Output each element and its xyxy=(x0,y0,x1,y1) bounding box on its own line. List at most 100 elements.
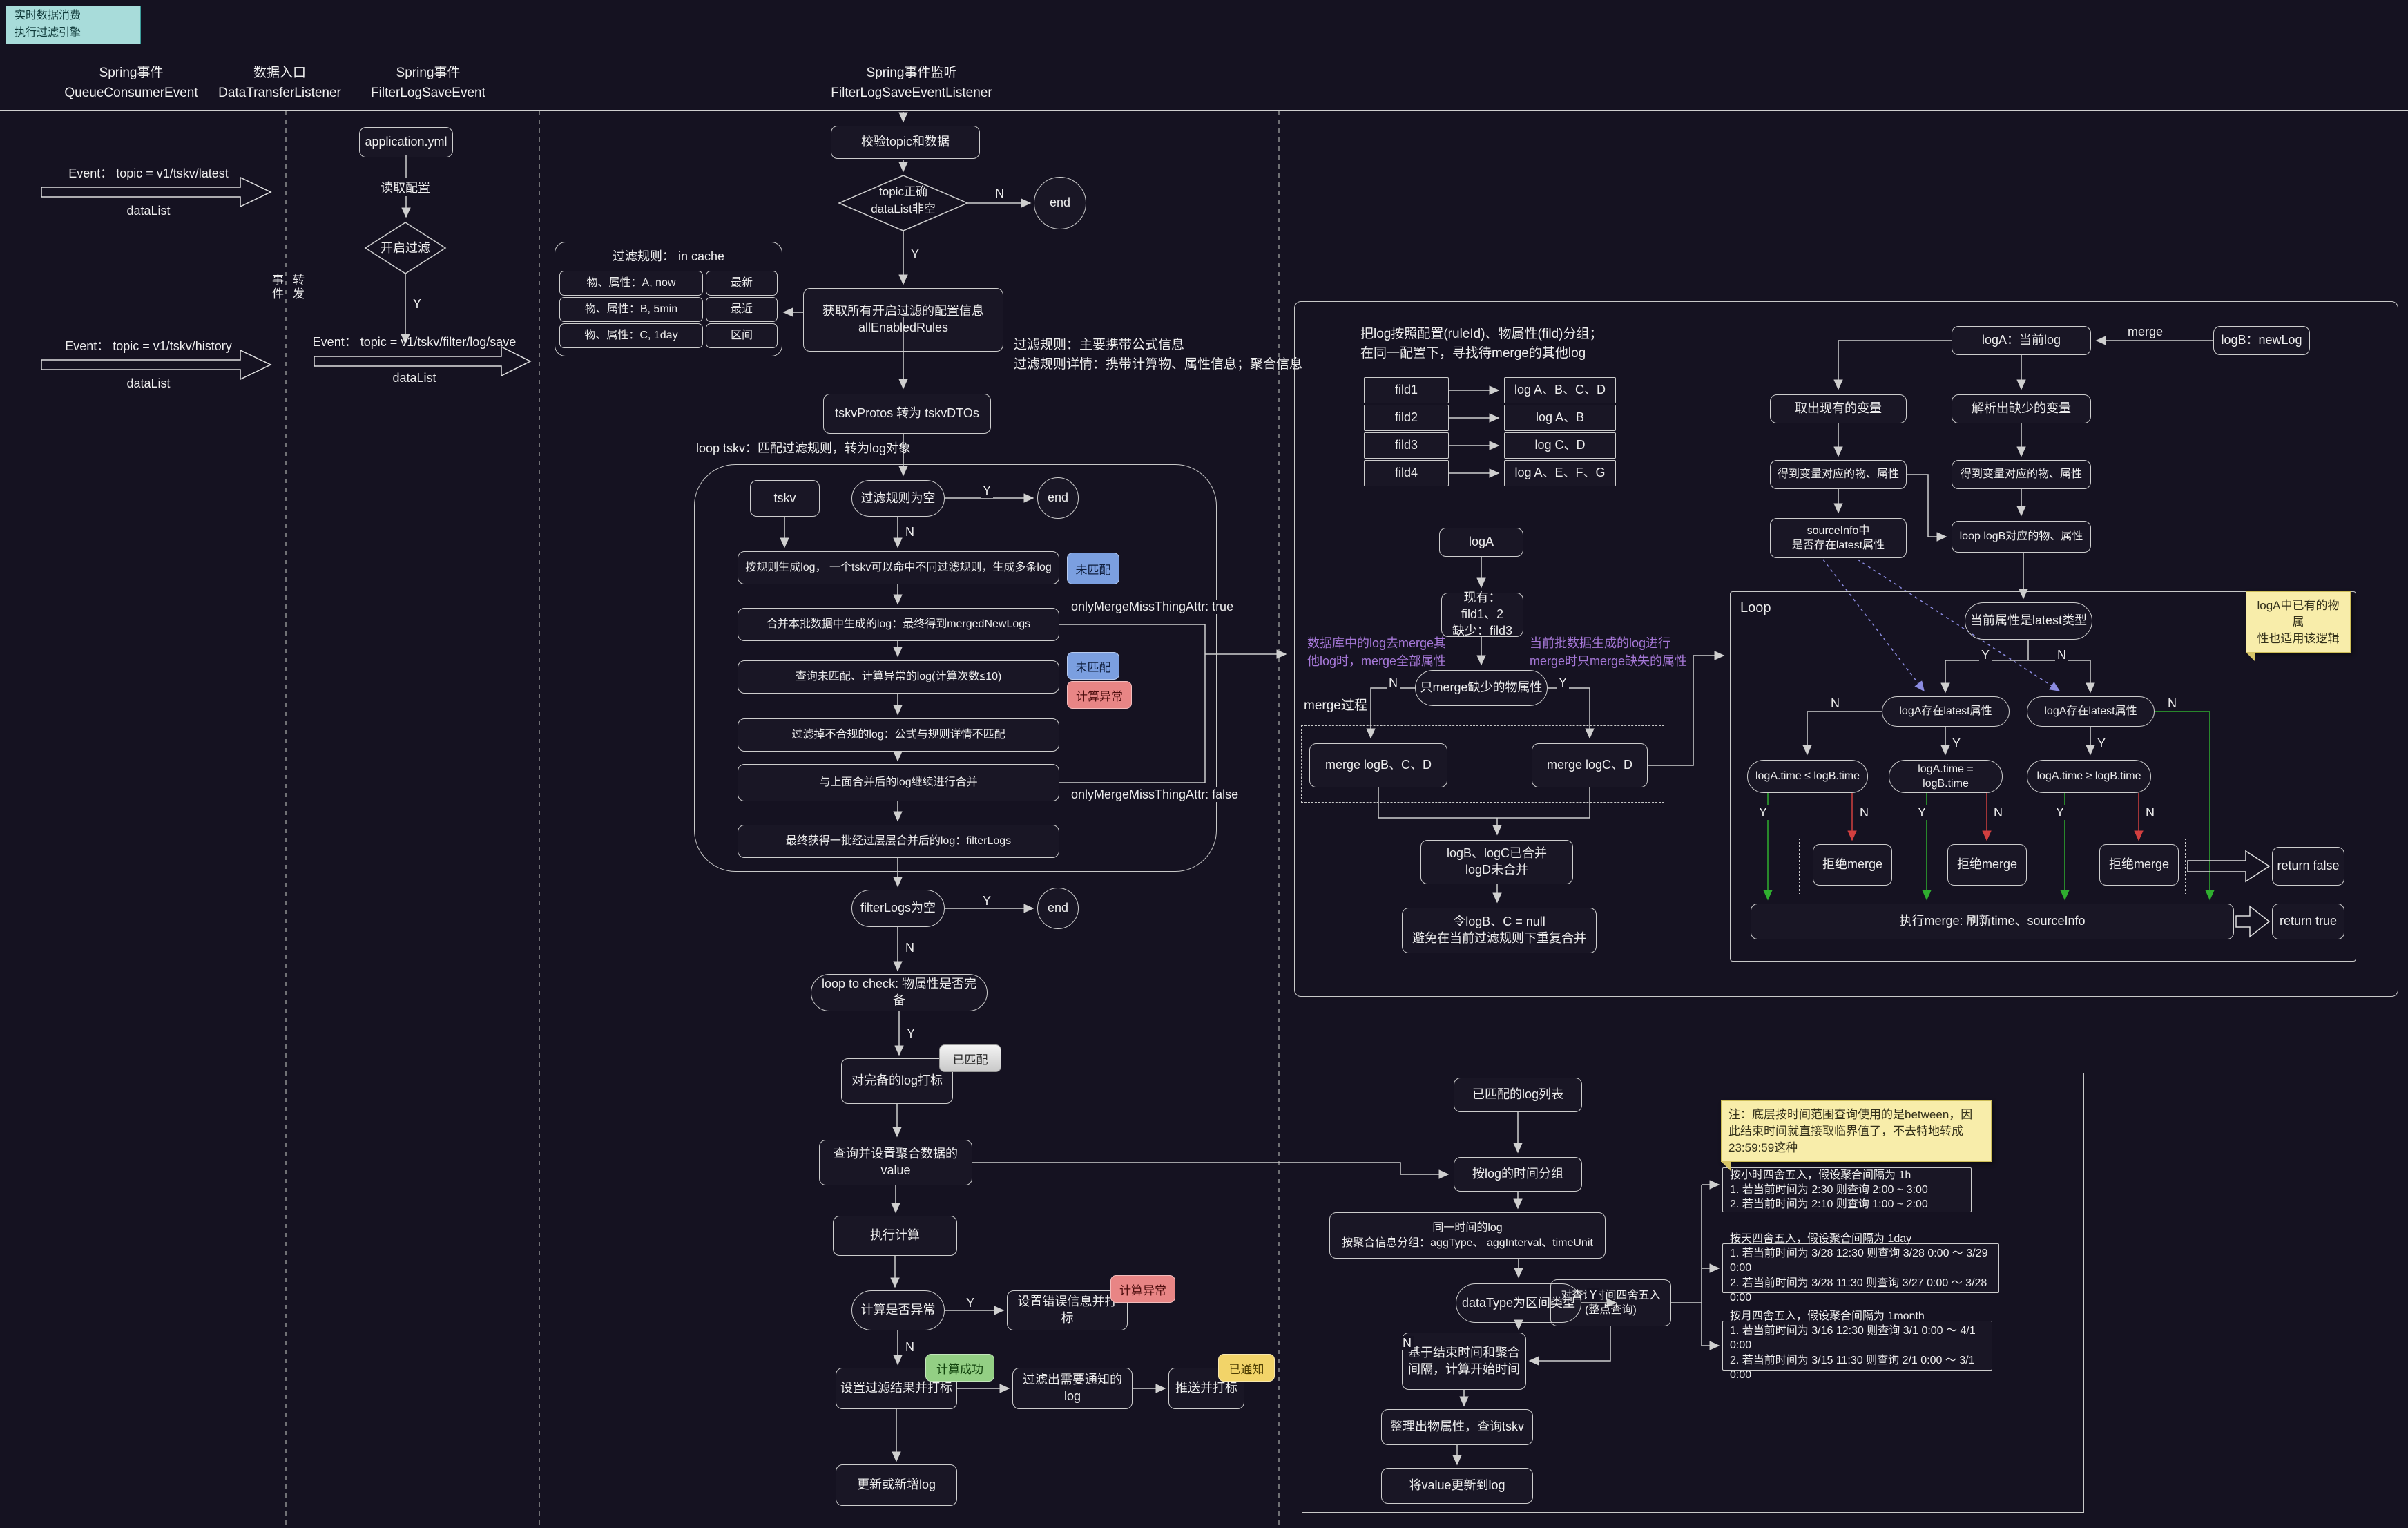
node-is-latest-type: 当前属性是latest类型 xyxy=(1965,602,2092,640)
edge-label-y: Y xyxy=(1916,805,1928,820)
node-do-merge: 执行merge: 刷新time、sourceInfo xyxy=(1751,904,2234,939)
edge-label-y: Y xyxy=(964,1296,976,1310)
node-final-logs: 最终获得一批经过层层合并后的log：filterLogs xyxy=(738,825,1059,858)
node-query-miss: 查询未匹配、计算异常的log(计算次数≤10) xyxy=(738,660,1059,694)
edge-label-n: N xyxy=(903,525,916,539)
node-reject-merge-3: 拒绝merge xyxy=(2099,844,2179,886)
badge-unmatched-2: 未匹配 xyxy=(1067,652,1119,680)
cache-row1-key: 物、属性：A, now xyxy=(559,271,703,296)
node-collect-tskv: 整理出物属性，查询tskv xyxy=(1381,1409,1533,1445)
node-loga-have-miss: 现有：fild1、2 缺少：fild3 xyxy=(1441,593,1523,637)
node-return-true: return true xyxy=(2272,904,2344,939)
event-save-datalist: dataList xyxy=(293,369,535,387)
loop-tskv-label: loop tskv：匹配过滤规则，转为log对象 xyxy=(696,439,1041,457)
badge-calc-ok: 计算成功 xyxy=(925,1354,994,1382)
node-loop-logb-attrs: loop logB对应的物、属性 xyxy=(1952,521,2091,553)
edge-label-y: Y xyxy=(909,247,921,262)
node-filterlogs-empty: filterLogs为空 xyxy=(851,890,945,927)
edge-label-n: N xyxy=(1858,805,1871,820)
node-get-enabled-rules: 获取所有开启过滤的配置信息 allEnabledRules xyxy=(803,288,1003,352)
annotation-rules: 过滤规则：主要携带公式信息 过滤规则详情：携带计算物、属性信息；聚合信息 xyxy=(1014,336,1304,374)
merge-process-label: merge过程 xyxy=(1304,696,1387,716)
node-filter-bad: 过滤掉不合规的log：公式与规则详情不匹配 xyxy=(738,718,1059,752)
node-logb-new: logB：newLog xyxy=(2213,326,2310,355)
edge-label-y: Y xyxy=(1950,736,1963,751)
node-time-eq: logA.time = logB.time xyxy=(1889,760,2003,793)
example-hour-round: 按小时四舍五入，假设聚合间隔为 1h 1. 若当前时间为 2:30 则查询 2:… xyxy=(1722,1167,1972,1212)
node-merge-again: 与上面合并后的log继续进行合并 xyxy=(738,764,1059,801)
lane-header-filter-log-save: Spring事件 FilterLogSaveEvent xyxy=(325,64,532,103)
example-day-round: 按天四舍五入，假设聚合间隔为 1day 1. 若当前时间为 3/28 12:30… xyxy=(1722,1243,1999,1293)
annotation-db-merge: 数据库中的log去merge其 他log时，merge全部属性 xyxy=(1307,634,1452,670)
edge-label-y: Y xyxy=(981,894,993,908)
edge-label-y: Y xyxy=(411,297,423,312)
node-end-1: end xyxy=(1034,177,1086,229)
cache-row3-val: 区间 xyxy=(706,323,778,348)
node-fild3-logs: log C、D xyxy=(1504,432,1616,459)
node-return-false: return false xyxy=(2272,847,2344,886)
cache-row3-key: 物、属性：C, 1day xyxy=(559,323,703,348)
node-fild3: fild3 xyxy=(1364,432,1449,459)
example-month-round: 按月四舍五入，假设聚合间隔为 1month 1. 若当前时间为 3/16 12:… xyxy=(1722,1321,1992,1371)
badge-matched: 已匹配 xyxy=(939,1044,1001,1072)
node-fild2-logs: log A、B xyxy=(1504,405,1616,431)
note-loga-logic: logA中已有的物属 性也适用该逻辑 xyxy=(2246,591,2351,653)
node-end-3: end xyxy=(1037,888,1079,929)
node-round-query: 对查询时间四舍五入 (整点查询) xyxy=(1550,1279,1671,1326)
node-calc-error: 计算是否异常 xyxy=(851,1290,945,1330)
node-time-gte: logA.time ≥ logB.time xyxy=(2027,760,2151,793)
node-fild4-logs: log A、E、F、G xyxy=(1504,460,1616,486)
node-exec-calc: 执行计算 xyxy=(833,1216,957,1256)
node-end-2: end xyxy=(1037,477,1079,519)
cache-row2-val: 最近 xyxy=(706,297,778,322)
node-query-agg: 查询并设置聚合数据的value xyxy=(819,1140,972,1185)
node-merge-bcd: merge logB、C、D xyxy=(1309,743,1447,787)
title-badge: 实时数据消费 执行过滤引擎 xyxy=(6,6,141,44)
node-reject-merge-1: 拒绝merge xyxy=(1813,844,1892,886)
note-between-query: 注：底层按时间范围查询使用的是between，因此结束时间就直接取临界值了，不去… xyxy=(1721,1100,1992,1162)
node-same-time-group: 同一时间的log 按聚合信息分组：aggType、 aggInterval、ti… xyxy=(1329,1212,1606,1259)
badge-unmatched-1: 未匹配 xyxy=(1067,553,1119,584)
node-merged-status: logB、logC已合并 logD未合并 xyxy=(1420,840,1573,884)
edge-label-n: N xyxy=(1387,676,1400,690)
node-validate-topic: 校验topic和数据 xyxy=(831,126,980,159)
edge-label-n: N xyxy=(903,1340,916,1355)
node-matched-list: 已匹配的log列表 xyxy=(1454,1078,1582,1112)
badge-notified: 已通知 xyxy=(1218,1354,1275,1382)
node-parse-miss: 解析出缺少的变量 xyxy=(1952,394,2091,423)
node-get-attr-right: 得到变量对应的物、属性 xyxy=(1952,460,2091,489)
node-update-log: 更新或新增log xyxy=(836,1464,957,1506)
node-time-lte: logA.time ≤ logB.time xyxy=(1747,760,1868,793)
lane-header-listener: Spring事件监听 FilterLogSaveEventListener xyxy=(760,64,1063,103)
edge-label-n: N xyxy=(2144,805,2157,820)
node-reject-merge-2: 拒绝merge xyxy=(1947,844,2027,886)
node-fild1-logs: log A、B、C、D xyxy=(1504,377,1616,403)
cache-row2-key: 物、属性：B, 5min xyxy=(559,297,703,322)
edge-label-y: Y xyxy=(2095,736,2108,751)
node-fild1: fild1 xyxy=(1364,377,1449,403)
badge-calc-fail-1: 计算异常 xyxy=(1067,681,1132,709)
node-calc-start-time: 基于结束时间和聚合 间隔，计算开始时间 xyxy=(1402,1333,1526,1390)
node-tskv: tskv xyxy=(750,480,820,517)
edge-label-y: Y xyxy=(1979,648,1992,662)
node-rules-empty: 过滤规则为空 xyxy=(851,480,945,517)
node-group-by-time: 按log的时间分组 xyxy=(1454,1157,1582,1192)
relay-label-event: 事件 xyxy=(268,274,285,301)
node-convert-dtos: tskvProtos 转为 tskvDTOs xyxy=(823,394,991,434)
edge-label-n: N xyxy=(1400,1336,1414,1350)
edge-label-only-merge-false: onlyMergeMissThingAttr: false xyxy=(1069,787,1240,802)
node-take-vars: 取出现有的变量 xyxy=(1770,394,1907,423)
cache-row1-val: 最新 xyxy=(706,271,778,296)
node-merge-batch: 合并本批数据中生成的log：最终得到mergedNewLogs xyxy=(738,608,1059,641)
node-update-value: 将value更新到log xyxy=(1381,1468,1533,1504)
node-filter-notify: 过滤出需要通知的log xyxy=(1012,1368,1133,1409)
badge-calc-fail-2: 计算异常 xyxy=(1110,1275,1175,1303)
edge-label-n: N xyxy=(2055,648,2068,662)
node-get-attr-left: 得到变量对应的物、属性 xyxy=(1770,460,1907,489)
event-latest-label: Event： topic = v1/tskv/latest xyxy=(28,164,269,182)
node-has-latest-left: logA存在latest属性 xyxy=(1882,696,2010,727)
event-latest-datalist: dataList xyxy=(28,202,269,220)
node-open-filter-diamond: 开启过滤 xyxy=(365,239,445,257)
edge-label-n: N xyxy=(1829,696,1842,711)
node-fild2: fild2 xyxy=(1364,405,1449,431)
